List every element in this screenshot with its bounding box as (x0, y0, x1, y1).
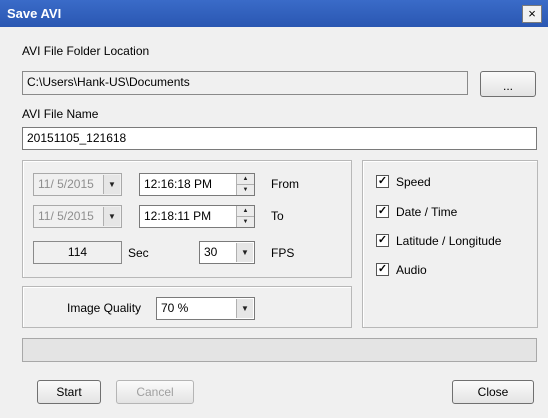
fps-label: FPS (271, 246, 295, 260)
title-bar: Save AVI (0, 0, 548, 27)
audio-checkbox[interactable]: ✓ (376, 263, 389, 276)
from-date-picker[interactable]: 11/ 5/2015 ▼ (33, 173, 122, 196)
from-label: From (271, 177, 299, 191)
audio-label: Audio (396, 263, 427, 277)
to-time-input[interactable]: 12:18:11 PM ▲ ▼ (139, 205, 255, 228)
image-quality-select[interactable]: 70 % ▼ (156, 297, 255, 320)
speed-label: Speed (396, 175, 431, 189)
to-time-value: 12:18:11 PM (144, 209, 212, 223)
spin-down-icon[interactable]: ▼ (237, 217, 254, 228)
fps-value: 30 (204, 245, 218, 259)
folder-location-label: AVI File Folder Location (22, 44, 150, 58)
to-label: To (271, 209, 284, 223)
image-quality-label: Image Quality (67, 301, 142, 315)
close-icon[interactable]: × (522, 5, 542, 23)
to-date-picker[interactable]: 11/ 5/2015 ▼ (33, 205, 122, 228)
spin-up-icon[interactable]: ▲ (237, 174, 254, 185)
duration-unit-label: Sec (128, 246, 149, 260)
speed-checkbox[interactable]: ✓ (376, 175, 389, 188)
file-name-input[interactable]: 20151105_121618 (22, 127, 537, 150)
spin-up-icon[interactable]: ▲ (237, 206, 254, 217)
to-time-spinner[interactable]: ▲ ▼ (236, 206, 254, 227)
window-title: Save AVI (7, 6, 62, 21)
cancel-button[interactable]: Cancel (116, 380, 194, 404)
progress-bar (22, 338, 537, 362)
chevron-down-icon: ▼ (103, 207, 120, 226)
to-date-value: 11/ 5/2015 (38, 209, 94, 223)
latlong-label: Latitude / Longitude (396, 234, 502, 248)
from-time-spinner[interactable]: ▲ ▼ (236, 174, 254, 195)
fps-select[interactable]: 30 ▼ (199, 241, 255, 264)
datetime-checkbox[interactable]: ✓ (376, 205, 389, 218)
file-name-label: AVI File Name (22, 107, 99, 121)
from-date-value: 11/ 5/2015 (38, 177, 94, 191)
latlong-checkbox[interactable]: ✓ (376, 234, 389, 247)
datetime-label: Date / Time (396, 205, 458, 219)
image-quality-value: 70 % (161, 301, 189, 315)
close-button[interactable]: Close (452, 380, 534, 404)
folder-path-field[interactable]: C:\Users\Hank-US\Documents (22, 71, 468, 95)
spin-down-icon[interactable]: ▼ (237, 185, 254, 196)
chevron-down-icon: ▼ (236, 243, 253, 262)
from-time-input[interactable]: 12:16:18 PM ▲ ▼ (139, 173, 255, 196)
browse-folder-button[interactable]: ... (480, 71, 536, 97)
chevron-down-icon: ▼ (103, 175, 120, 194)
duration-field: 114 (33, 241, 122, 264)
from-time-value: 12:16:18 PM (144, 177, 213, 191)
chevron-down-icon: ▼ (236, 299, 253, 318)
start-button[interactable]: Start (37, 380, 101, 404)
